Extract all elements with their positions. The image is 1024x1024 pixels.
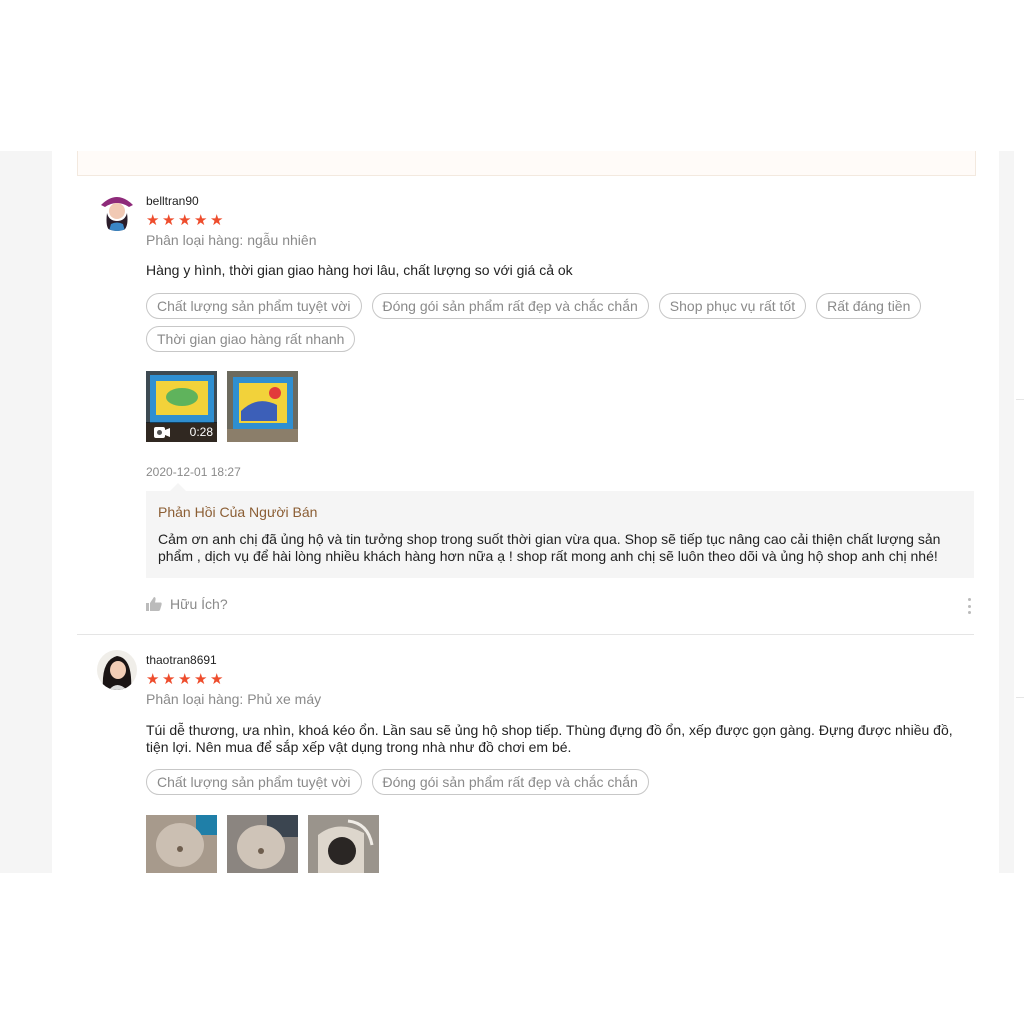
helpful-label: Hữu Ích? [170, 596, 228, 612]
variation-label: Phân loại hàng: Phủ xe máy [146, 691, 322, 707]
edge-marker [1016, 399, 1024, 400]
star-icon: ★ [162, 212, 176, 229]
image-thumbnail[interactable] [227, 815, 298, 873]
star-icon: ★ [178, 671, 192, 688]
review-tags: Chất lượng sản phẩm tuyệt vời Đóng gói s… [146, 293, 946, 352]
star-icon: ★ [162, 671, 176, 688]
video-overlay: 0:28 [146, 422, 217, 442]
variation-label: Phân loại hàng: ngẫu nhiên [146, 232, 317, 248]
image-thumbnail[interactable] [146, 815, 217, 873]
review-tag: Đóng gói sản phẩm rất đẹp và chắc chắn [371, 293, 649, 319]
star-icon: ★ [210, 212, 224, 229]
scroll-strip [1014, 151, 1024, 873]
avatar[interactable] [97, 650, 137, 690]
star-icon: ★ [146, 671, 160, 688]
edge-marker [1016, 697, 1024, 698]
review-tag: Thời gian giao hàng rất nhanh [146, 326, 356, 352]
more-vertical-icon [967, 598, 971, 601]
review-media [146, 815, 379, 873]
more-options-button[interactable] [966, 598, 972, 614]
star-icon: ★ [146, 212, 160, 229]
review-tag: Chất lượng sản phẩm tuyệt vời [146, 293, 362, 319]
image-thumbnail[interactable] [308, 815, 379, 873]
thumbs-up-icon [146, 597, 162, 611]
star-icon: ★ [194, 212, 208, 229]
video-camera-icon [154, 427, 170, 438]
star-icon: ★ [210, 671, 224, 688]
image-thumbnail[interactable] [227, 371, 298, 442]
star-icon: ★ [178, 212, 192, 229]
rating-stars: ★ ★ ★ ★ ★ [146, 212, 224, 229]
review-username[interactable]: thaotran8691 [146, 653, 217, 667]
review-tag: Đóng gói sản phẩm rất đẹp và chắc chắn [371, 769, 649, 795]
review-tag: Shop phục vụ rất tốt [658, 293, 807, 319]
seller-reply: Phản Hồi Của Người Bán Cảm ơn anh chị đã… [146, 483, 974, 578]
reviews-viewport: belltran90 ★ ★ ★ ★ ★ Phân loại hàng: ngẫ… [0, 151, 1024, 873]
helpful-button[interactable]: Hữu Ích? [146, 596, 228, 612]
review-item: thaotran8691 ★ ★ ★ ★ ★ Phân loại hàng: P… [77, 635, 974, 873]
review-comment: Hàng y hình, thời gian giao hàng hơi lâu… [146, 262, 573, 278]
reply-arrow [170, 483, 186, 491]
reviews-panel: belltran90 ★ ★ ★ ★ ★ Phân loại hàng: ngẫ… [52, 151, 999, 873]
review-media: 0:28 [146, 371, 298, 442]
avatar[interactable] [97, 191, 137, 231]
review-timestamp: 2020-12-01 18:27 [146, 465, 241, 479]
review-item: belltran90 ★ ★ ★ ★ ★ Phân loại hàng: ngẫ… [77, 151, 974, 634]
star-icon: ★ [194, 671, 208, 688]
video-thumbnail[interactable]: 0:28 [146, 371, 217, 442]
video-duration: 0:28 [189, 425, 213, 439]
rating-stars: ★ ★ ★ ★ ★ [146, 671, 224, 688]
review-comment: Túi dễ thương, ưa nhìn, khoá kéo ổn. Lần… [146, 722, 953, 755]
review-tag: Rất đáng tiền [816, 293, 922, 319]
seller-reply-title: Phản Hồi Của Người Bán [158, 504, 318, 520]
review-tag: Chất lượng sản phẩm tuyệt vời [146, 769, 362, 795]
review-username[interactable]: belltran90 [146, 194, 199, 208]
seller-reply-text: Cảm ơn anh chị đã ủng hộ và tin tưởng sh… [158, 531, 941, 564]
review-tags: Chất lượng sản phẩm tuyệt vời Đóng gói s… [146, 769, 946, 795]
